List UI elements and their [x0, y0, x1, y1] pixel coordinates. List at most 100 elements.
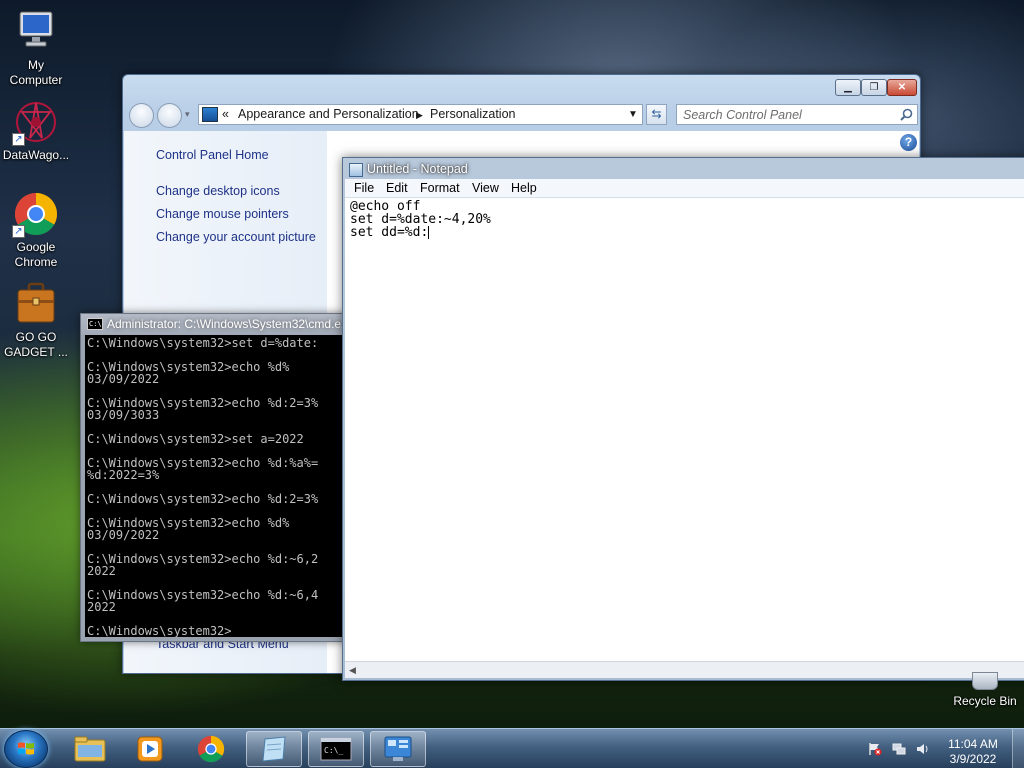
menu-edit[interactable]: Edit: [386, 181, 408, 195]
text-line: set dd=%d:: [350, 226, 1024, 239]
notepad-title: Untitled - Notepad: [367, 162, 468, 176]
start-button[interactable]: [4, 730, 48, 768]
recycle-bin-icon: [972, 672, 998, 690]
search-box[interactable]: [676, 104, 918, 125]
menu-format[interactable]: Format: [420, 181, 460, 195]
clock-date: 3/9/2022: [949, 752, 997, 766]
command-prompt-window[interactable]: C:\ Administrator: C:\Windows\System32\c…: [80, 313, 348, 642]
system-clock[interactable]: 11:04 AM 3/9/2022: [940, 737, 1006, 767]
desktop-icon-label: GO GO GADGET ...: [4, 330, 68, 359]
desktop-icon-label: DataWago...: [2, 148, 70, 162]
cmd-console[interactable]: C:\Windows\system32>set d=%date: C:\Windo…: [85, 335, 345, 637]
taskbar-chrome[interactable]: [183, 731, 239, 767]
notepad-icon: [262, 736, 286, 762]
recent-pages-chevron-icon[interactable]: ▾: [185, 109, 190, 120]
help-icon[interactable]: ?: [900, 134, 917, 151]
notepad-menu-bar: File Edit Format View Help: [345, 179, 1024, 198]
console-line: C:\Windows\system32>echo %d:~6,4: [87, 588, 319, 602]
desktop-icon-datawagon[interactable]: ↗ DataWago...: [0, 98, 72, 163]
windows-logo-icon: [18, 742, 34, 755]
taskbar-explorer[interactable]: [62, 731, 118, 767]
media-player-icon: [137, 736, 163, 762]
link-control-panel-home[interactable]: Control Panel Home: [156, 148, 269, 162]
console-line: 03/09/3033: [87, 408, 160, 422]
console-line: C:\Windows\system32>echo %d:~6,2: [87, 552, 319, 566]
console-line: 2022: [87, 600, 116, 614]
desktop-icon-my-computer[interactable]: My Computer: [0, 8, 72, 88]
maximize-button[interactable]: ❐: [861, 79, 887, 96]
desktop-icon-google-chrome[interactable]: ↗ Google Chrome: [0, 190, 72, 270]
back-button[interactable]: [129, 103, 154, 128]
console-line: 03/09/2022: [87, 528, 160, 542]
menu-view[interactable]: View: [472, 181, 499, 195]
show-desktop-button[interactable]: [1012, 729, 1024, 768]
notepad-text-area[interactable]: @echo off set d=%date:~4,20% set dd=%d:: [345, 198, 1024, 661]
minimize-button[interactable]: ▁: [835, 79, 861, 96]
notepad-window[interactable]: Untitled - Notepad File Edit Format View…: [342, 157, 1024, 681]
notification-area: 11:04 AM 3/9/2022: [860, 735, 1024, 767]
menu-help[interactable]: Help: [511, 181, 537, 195]
search-icon[interactable]: [900, 108, 913, 121]
horizontal-scrollbar[interactable]: ◀: [345, 661, 1024, 678]
console-line: 2022: [87, 564, 116, 578]
cmd-icon: C:\: [87, 318, 103, 330]
refresh-icon: ⇆: [651, 107, 662, 121]
text-caret: [428, 226, 430, 239]
shortcut-arrow-icon: ↗: [12, 225, 25, 238]
desktop-icon-label: Google Chrome: [14, 240, 58, 269]
minimize-icon: ▁: [844, 82, 852, 93]
cmd-icon: C:\_: [320, 737, 352, 761]
taskbar-media-player[interactable]: [122, 731, 178, 767]
refresh-button[interactable]: ⇆: [646, 104, 667, 125]
desktop-icon-recycle-bin[interactable]: Recycle Bin: [950, 672, 1020, 708]
svg-text:C:\_: C:\_: [324, 746, 343, 755]
briefcase-icon: [12, 280, 60, 328]
console-line: C:\Windows\system32>set a=2022: [87, 432, 304, 446]
breadcrumb-overflow[interactable]: «: [222, 107, 229, 121]
close-button[interactable]: ✕: [887, 79, 917, 96]
console-line: C:\Windows\system32>set d=%date:: [87, 336, 319, 350]
maximize-icon: ❐: [869, 82, 879, 93]
shortcut-arrow-icon: ↗: [12, 133, 25, 146]
chrome-icon: [197, 735, 225, 763]
link-change-account-picture[interactable]: Change your account picture: [156, 230, 316, 244]
breadcrumb-separator-icon: ▶: [416, 110, 423, 120]
computer-icon: [12, 8, 60, 56]
control-panel-icon: [384, 736, 412, 761]
desktop-icon-label: Recycle Bin: [953, 694, 1017, 708]
search-input[interactable]: [677, 105, 887, 124]
chrome-icon: ↗: [12, 190, 60, 238]
address-dropdown-icon[interactable]: ▼: [628, 109, 638, 120]
datawagon-icon: ↗: [12, 98, 60, 146]
text-line-content: set dd=%d:: [350, 225, 429, 240]
cmd-title: Administrator: C:\Windows\System32\cmd.e…: [107, 317, 347, 331]
address-bar[interactable]: « Appearance and Personalization ▶ Perso…: [198, 104, 643, 125]
link-change-desktop-icons[interactable]: Change desktop icons: [156, 184, 280, 198]
desktop-icon-go-go-gadget[interactable]: GO GO GADGET ...: [0, 280, 72, 360]
close-icon: ✕: [897, 82, 907, 93]
cmd-title-bar[interactable]: C:\ Administrator: C:\Windows\System32\c…: [81, 314, 347, 335]
volume-icon[interactable]: [916, 742, 930, 756]
network-icon[interactable]: [892, 742, 906, 756]
breadcrumb-personalization[interactable]: Personalization: [430, 107, 515, 121]
desktop-icon-label: My Computer: [9, 58, 63, 87]
notepad-icon: [349, 163, 363, 177]
menu-file[interactable]: File: [354, 181, 374, 195]
taskbar: C:\_ 11:04 AM 3/9/2022: [0, 728, 1024, 768]
action-center-flag-icon[interactable]: [868, 742, 882, 756]
console-line: C:\Windows\system32>: [87, 624, 232, 637]
taskbar-cmd[interactable]: C:\_: [308, 731, 364, 767]
taskbar-control-panel[interactable]: [370, 731, 426, 767]
console-line: 03/09/2022: [87, 372, 160, 386]
forward-button[interactable]: [157, 103, 182, 128]
console-line: %d:2022=3%: [87, 468, 160, 482]
breadcrumb-appearance[interactable]: Appearance and Personalization: [238, 107, 419, 121]
taskbar-notepad[interactable]: [246, 731, 302, 767]
explorer-icon: [74, 736, 106, 762]
clock-time: 11:04 AM: [948, 737, 998, 751]
console-line: C:\Windows\system32>echo %d:2=3%: [87, 492, 319, 506]
link-change-mouse-pointers[interactable]: Change mouse pointers: [156, 207, 289, 221]
text-line: set d=%date:~4,20%: [350, 212, 491, 227]
scroll-left-icon[interactable]: ◀: [349, 665, 356, 676]
control-panel-icon: [202, 107, 218, 122]
